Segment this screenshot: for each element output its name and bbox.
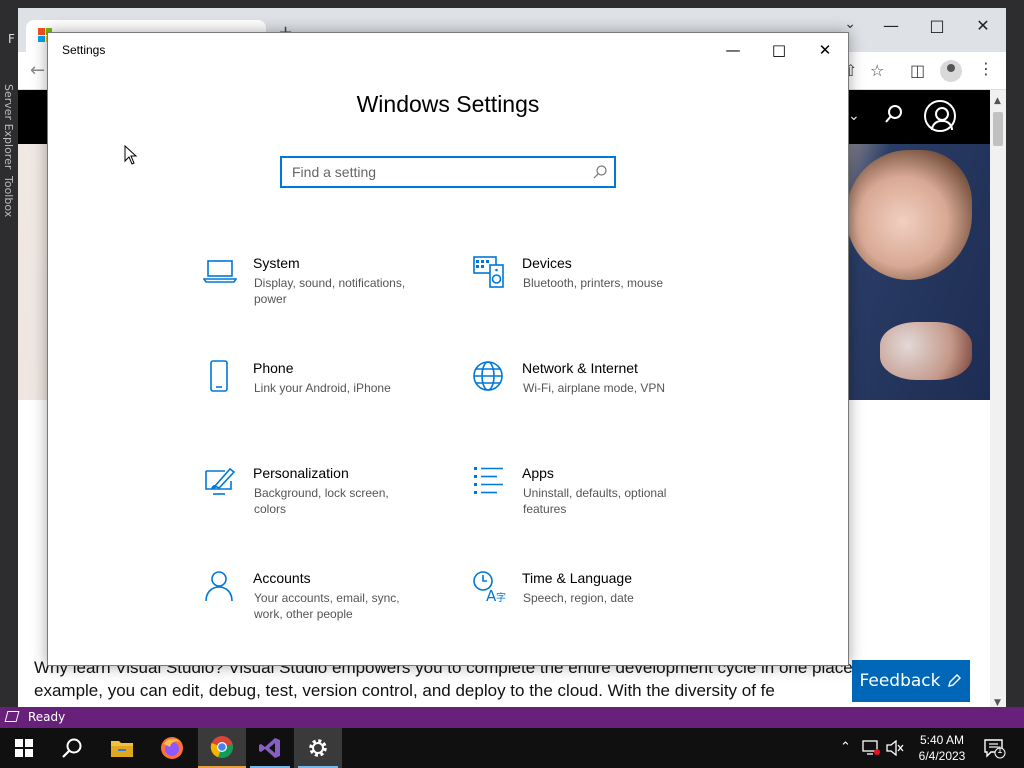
settings-tile-personalization[interactable]: Personalization Background, lock screen,… (203, 465, 453, 545)
apps-list-icon (474, 467, 503, 494)
clock-date: 6/4/2023 (918, 749, 966, 763)
settings-search-box[interactable] (280, 156, 616, 188)
tile-subtitle: Link your Android, iPhone (254, 381, 391, 395)
kebab-menu-icon[interactable]: ⋮ (978, 59, 994, 78)
toolbox-tab[interactable]: Toolbox (2, 176, 15, 217)
paint-icon (205, 467, 236, 495)
tile-title: Personalization (253, 465, 349, 481)
close-icon[interactable]: ✕ (802, 33, 848, 67)
search-icon[interactable] (884, 104, 904, 124)
window-title: Settings (62, 43, 106, 57)
chrome-icon (210, 736, 233, 759)
status-icon (4, 711, 20, 722)
windows-logo-icon (15, 739, 33, 757)
taskbar-file-explorer[interactable] (98, 728, 146, 768)
tile-title: System (253, 255, 300, 271)
tile-subtitle: Speech, region, date (523, 591, 634, 605)
settings-tile-time-language[interactable]: A 字 Time & Language Speech, region, date (472, 570, 722, 650)
time-language-icon: A 字 (473, 571, 506, 604)
hero-person-image (846, 150, 972, 280)
settings-tile-devices[interactable]: Devices Bluetooth, printers, mouse (472, 255, 722, 335)
taskbar-chrome[interactable] (198, 728, 246, 768)
minimize-icon[interactable]: — (868, 8, 914, 42)
close-icon[interactable]: ✕ (960, 8, 1006, 42)
settings-tile-apps[interactable]: Apps Uninstall, defaults, optional featu… (472, 465, 722, 545)
clock-time: 5:40 AM (919, 733, 965, 747)
tile-subtitle: Uninstall, defaults, optional features (523, 486, 667, 516)
start-button[interactable] (0, 728, 48, 768)
tile-subtitle: Your accounts, email, sync, work, other … (254, 591, 400, 621)
settings-tile-system[interactable]: System Display, sound, notifications, po… (203, 255, 453, 335)
pencil-icon (948, 674, 962, 687)
tile-subtitle: Display, sound, notifications, power (254, 276, 406, 306)
feedback-button[interactable]: Feedback (852, 660, 970, 702)
profile-avatar-icon[interactable] (940, 60, 962, 82)
taskbar: ⌃ 5:40 AM 6/4/2023 1 (0, 728, 1024, 768)
search-input[interactable] (282, 158, 582, 186)
taskbar-settings[interactable] (294, 728, 342, 768)
settings-window-controls: — □ ✕ (710, 33, 848, 67)
tile-title: Apps (522, 465, 554, 481)
network-icon[interactable] (862, 740, 880, 756)
settings-tile-network[interactable]: Network & Internet Wi-Fi, airplane mode,… (472, 360, 722, 440)
vs-left-rail: Server Explorer Toolbox (0, 0, 18, 710)
vs-file-menu[interactable]: F (8, 32, 15, 46)
tile-title: Time & Language (522, 570, 632, 586)
hero-hand-image (880, 322, 972, 380)
chevron-up-icon[interactable]: ⌃ (840, 740, 851, 755)
search-icon[interactable] (592, 164, 608, 180)
visual-studio-icon (259, 738, 280, 758)
tile-title: Accounts (253, 570, 311, 586)
action-center-button[interactable]: 1 (982, 736, 1006, 760)
minimize-icon[interactable]: — (710, 33, 756, 67)
scroll-up-icon[interactable]: ▲ (994, 96, 1001, 106)
page-title: Windows Settings (356, 91, 540, 117)
chrome-window-controls: — □ ✕ (868, 8, 1006, 42)
speaker-muted-icon[interactable] (886, 740, 904, 756)
notification-count: 1 (997, 746, 1003, 756)
tile-subtitle: Wi-Fi, airplane mode, VPN (523, 381, 666, 395)
settings-tile-phone[interactable]: Phone Link your Android, iPhone (203, 360, 453, 440)
devices-icon (473, 256, 504, 288)
person-icon (205, 571, 233, 602)
tile-subtitle: Bluetooth, printers, mouse (523, 276, 664, 290)
bookmark-star-icon[interactable]: ☆ (870, 61, 884, 80)
tab-search-icon[interactable]: ⌄ (844, 16, 856, 32)
mouse-cursor-icon (124, 145, 138, 165)
account-icon[interactable] (924, 100, 956, 132)
gear-icon (309, 739, 327, 757)
phone-icon (210, 360, 228, 392)
scroll-thumb[interactable] (993, 112, 1003, 146)
tile-title: Phone (253, 360, 294, 376)
settings-tile-accounts[interactable]: Accounts Your accounts, email, sync, wor… (203, 570, 453, 650)
back-arrow-icon[interactable]: ← (30, 60, 45, 81)
status-text: Ready (28, 710, 66, 724)
taskbar-visual-studio[interactable] (246, 728, 294, 768)
side-panel-icon[interactable]: ◫ (910, 61, 925, 80)
tile-subtitle: Background, lock screen, colors (254, 486, 389, 516)
taskbar-search-button[interactable] (48, 728, 96, 768)
tile-title: Network & Internet (522, 360, 638, 376)
system-clock[interactable]: 5:40 AM 6/4/2023 (908, 732, 976, 764)
folder-icon (111, 741, 133, 757)
laptop-icon (203, 260, 237, 283)
firefox-icon (161, 737, 183, 759)
maximize-icon[interactable]: □ (756, 33, 802, 67)
svg-text:字: 字 (496, 591, 506, 604)
globe-icon (473, 361, 503, 391)
tile-title: Devices (522, 255, 572, 271)
server-explorer-tab[interactable]: Server Explorer (2, 84, 15, 169)
settings-window: Settings — □ ✕ Windows Settings System D… (47, 32, 849, 666)
settings-titlebar[interactable]: Settings — □ ✕ (48, 33, 848, 67)
chevron-down-icon[interactable]: ⌄ (848, 108, 860, 124)
feedback-label: Feedback (859, 671, 941, 691)
taskbar-firefox[interactable] (148, 728, 196, 768)
maximize-icon[interactable]: □ (914, 8, 960, 42)
page-scrollbar[interactable] (990, 90, 1006, 710)
vs-status-bar: Ready (0, 707, 1024, 728)
search-icon (62, 738, 82, 758)
